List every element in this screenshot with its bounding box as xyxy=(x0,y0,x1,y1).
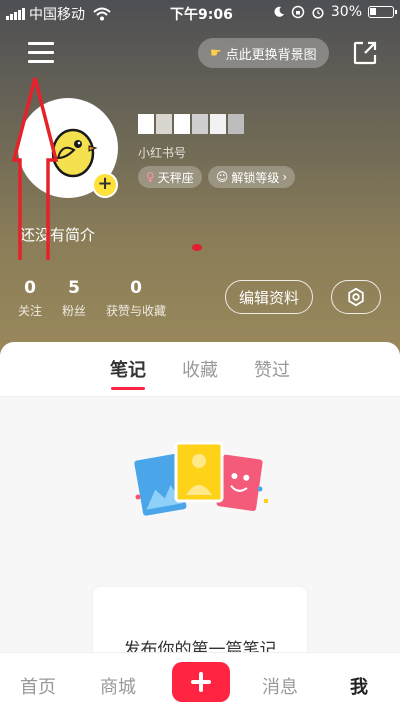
edit-profile-button[interactable]: 编辑资料 xyxy=(225,280,313,314)
tab-liked[interactable]: 赞过 xyxy=(254,356,290,390)
stat-following[interactable]: 0 关注 xyxy=(18,278,42,319)
libra-icon: ♀ xyxy=(146,170,155,184)
photo-cards-icon xyxy=(134,441,268,516)
tag-zodiac[interactable]: ♀ 天秤座 xyxy=(138,166,202,188)
chevron-right-icon: › xyxy=(282,170,288,184)
likes-count: 0 xyxy=(130,278,142,298)
empty-state-area: 发布你的第一篇笔记 xyxy=(0,397,400,692)
annotation-dot xyxy=(192,244,202,251)
followers-label: 粉丝 xyxy=(62,304,87,318)
carrier-label: 中国移动 xyxy=(29,7,85,23)
moon-icon xyxy=(274,6,284,17)
change-background-button[interactable]: ☛ 点此更换背景图 xyxy=(198,38,329,68)
change-background-label: 点此更换背景图 xyxy=(225,47,317,63)
stat-likes[interactable]: 0 获赞与收藏 xyxy=(106,278,166,319)
likes-label: 获赞与收藏 xyxy=(106,304,167,318)
nav-home[interactable]: 首页 xyxy=(20,673,56,699)
gear-icon xyxy=(348,287,364,307)
username-redacted xyxy=(138,114,244,134)
status-bar: 中国移动 下午9:06 30% xyxy=(0,0,400,26)
tag-level-label: 解锁等级 xyxy=(231,170,280,185)
followers-count: 5 xyxy=(68,278,80,298)
menu-button[interactable] xyxy=(28,42,54,64)
add-post-button[interactable] xyxy=(172,662,230,702)
level-icon: ☺ xyxy=(215,170,229,184)
tag-zodiac-label: 天秤座 xyxy=(157,170,194,185)
signal-icon xyxy=(6,8,25,20)
add-avatar-button[interactable]: + xyxy=(92,172,118,198)
battery-icon xyxy=(368,6,397,18)
orientation-lock-icon xyxy=(291,5,305,19)
tab-collections[interactable]: 收藏 xyxy=(182,356,218,390)
bio-text[interactable]: 还没有简介 xyxy=(20,224,95,245)
following-label: 关注 xyxy=(18,304,43,318)
status-time: 下午9:06 xyxy=(170,7,233,23)
tab-notes[interactable]: 笔记 xyxy=(110,356,146,390)
nav-mall[interactable]: 商城 xyxy=(100,673,136,699)
profile-tabs: 笔记 收藏 赞过 xyxy=(0,356,400,390)
wifi-icon xyxy=(93,7,111,21)
pointing-hand-icon: ☛ xyxy=(210,45,222,61)
following-count: 0 xyxy=(24,278,36,298)
settings-button[interactable] xyxy=(331,280,381,314)
tag-level[interactable]: ☺ 解锁等级 › xyxy=(207,166,296,188)
alarm-icon xyxy=(312,7,324,19)
content-panel: 笔记 收藏 赞过 发布你的第一篇笔记 xyxy=(0,342,400,692)
user-id-label: 小红书号 xyxy=(138,146,187,160)
stat-followers[interactable]: 5 粉丝 xyxy=(62,278,86,319)
share-icon[interactable] xyxy=(352,40,378,66)
nav-me[interactable]: 我 xyxy=(350,673,368,699)
battery-percent: 30% xyxy=(330,4,362,20)
bottom-navigation: 首页 商城 消息 我 xyxy=(0,652,400,710)
nav-messages[interactable]: 消息 xyxy=(262,673,298,699)
hamburger-icon xyxy=(28,42,54,45)
